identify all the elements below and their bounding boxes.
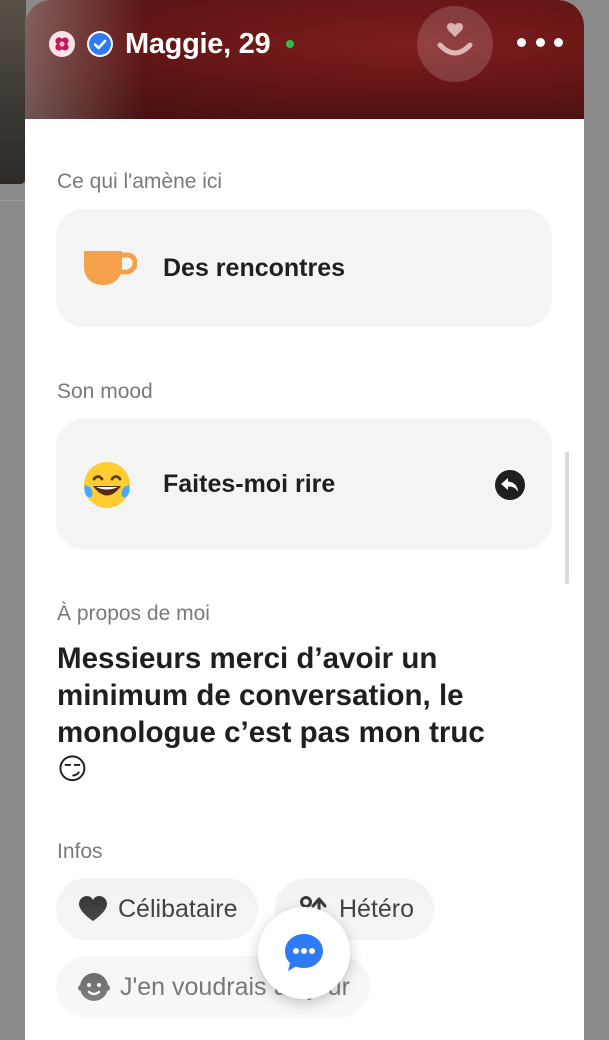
smirk-emoji-icon: 😏 (57, 752, 88, 786)
baby-icon (78, 973, 110, 1001)
profile-header[interactable]: Maggie, 29 (25, 0, 584, 119)
mood-label: Son mood (57, 380, 153, 403)
about-text-body: Messieurs merci d’avoir un minimum de co… (57, 642, 485, 749)
reply-button[interactable] (494, 469, 526, 506)
mood-value: Faites-moi rire (163, 470, 336, 498)
header-title-row: Maggie, 29 (49, 24, 295, 64)
smile-heart-icon (437, 23, 473, 56)
mood-card: Faites-moi rire (56, 419, 552, 549)
chat-button[interactable] (258, 907, 350, 999)
coffee-cup-icon (81, 245, 138, 294)
scrollbar[interactable] (565, 452, 569, 584)
online-status-dot (286, 40, 295, 48)
info-status-text: Célibataire (118, 894, 238, 923)
about-label: À propos de moi (57, 602, 210, 625)
chat-bubble-icon (285, 934, 323, 971)
profile-card: Maggie, 29 Ce qui l'amène ici Des rencon… (25, 0, 584, 1040)
more-options-button[interactable] (517, 30, 563, 54)
intent-label: Ce qui l'amène ici (57, 170, 223, 193)
verified-check-icon (87, 31, 113, 57)
about-text: Messieurs merci d’avoir un minimum de co… (57, 640, 557, 788)
background-photo-edge (0, 0, 26, 184)
info-orientation-text: Hétéro (339, 894, 415, 923)
profile-name-age: Maggie, 29 (125, 27, 271, 60)
info-chip-status: Célibataire (56, 878, 258, 940)
flower-badge-icon (49, 31, 75, 57)
like-button[interactable] (417, 6, 493, 82)
laughing-emoji-icon (81, 459, 133, 516)
heart-icon (79, 896, 107, 921)
intent-value: Des rencontres (163, 254, 346, 282)
intent-card: Des rencontres (56, 209, 552, 327)
infos-label: Infos (57, 840, 103, 863)
reply-arrow-icon (495, 470, 525, 500)
